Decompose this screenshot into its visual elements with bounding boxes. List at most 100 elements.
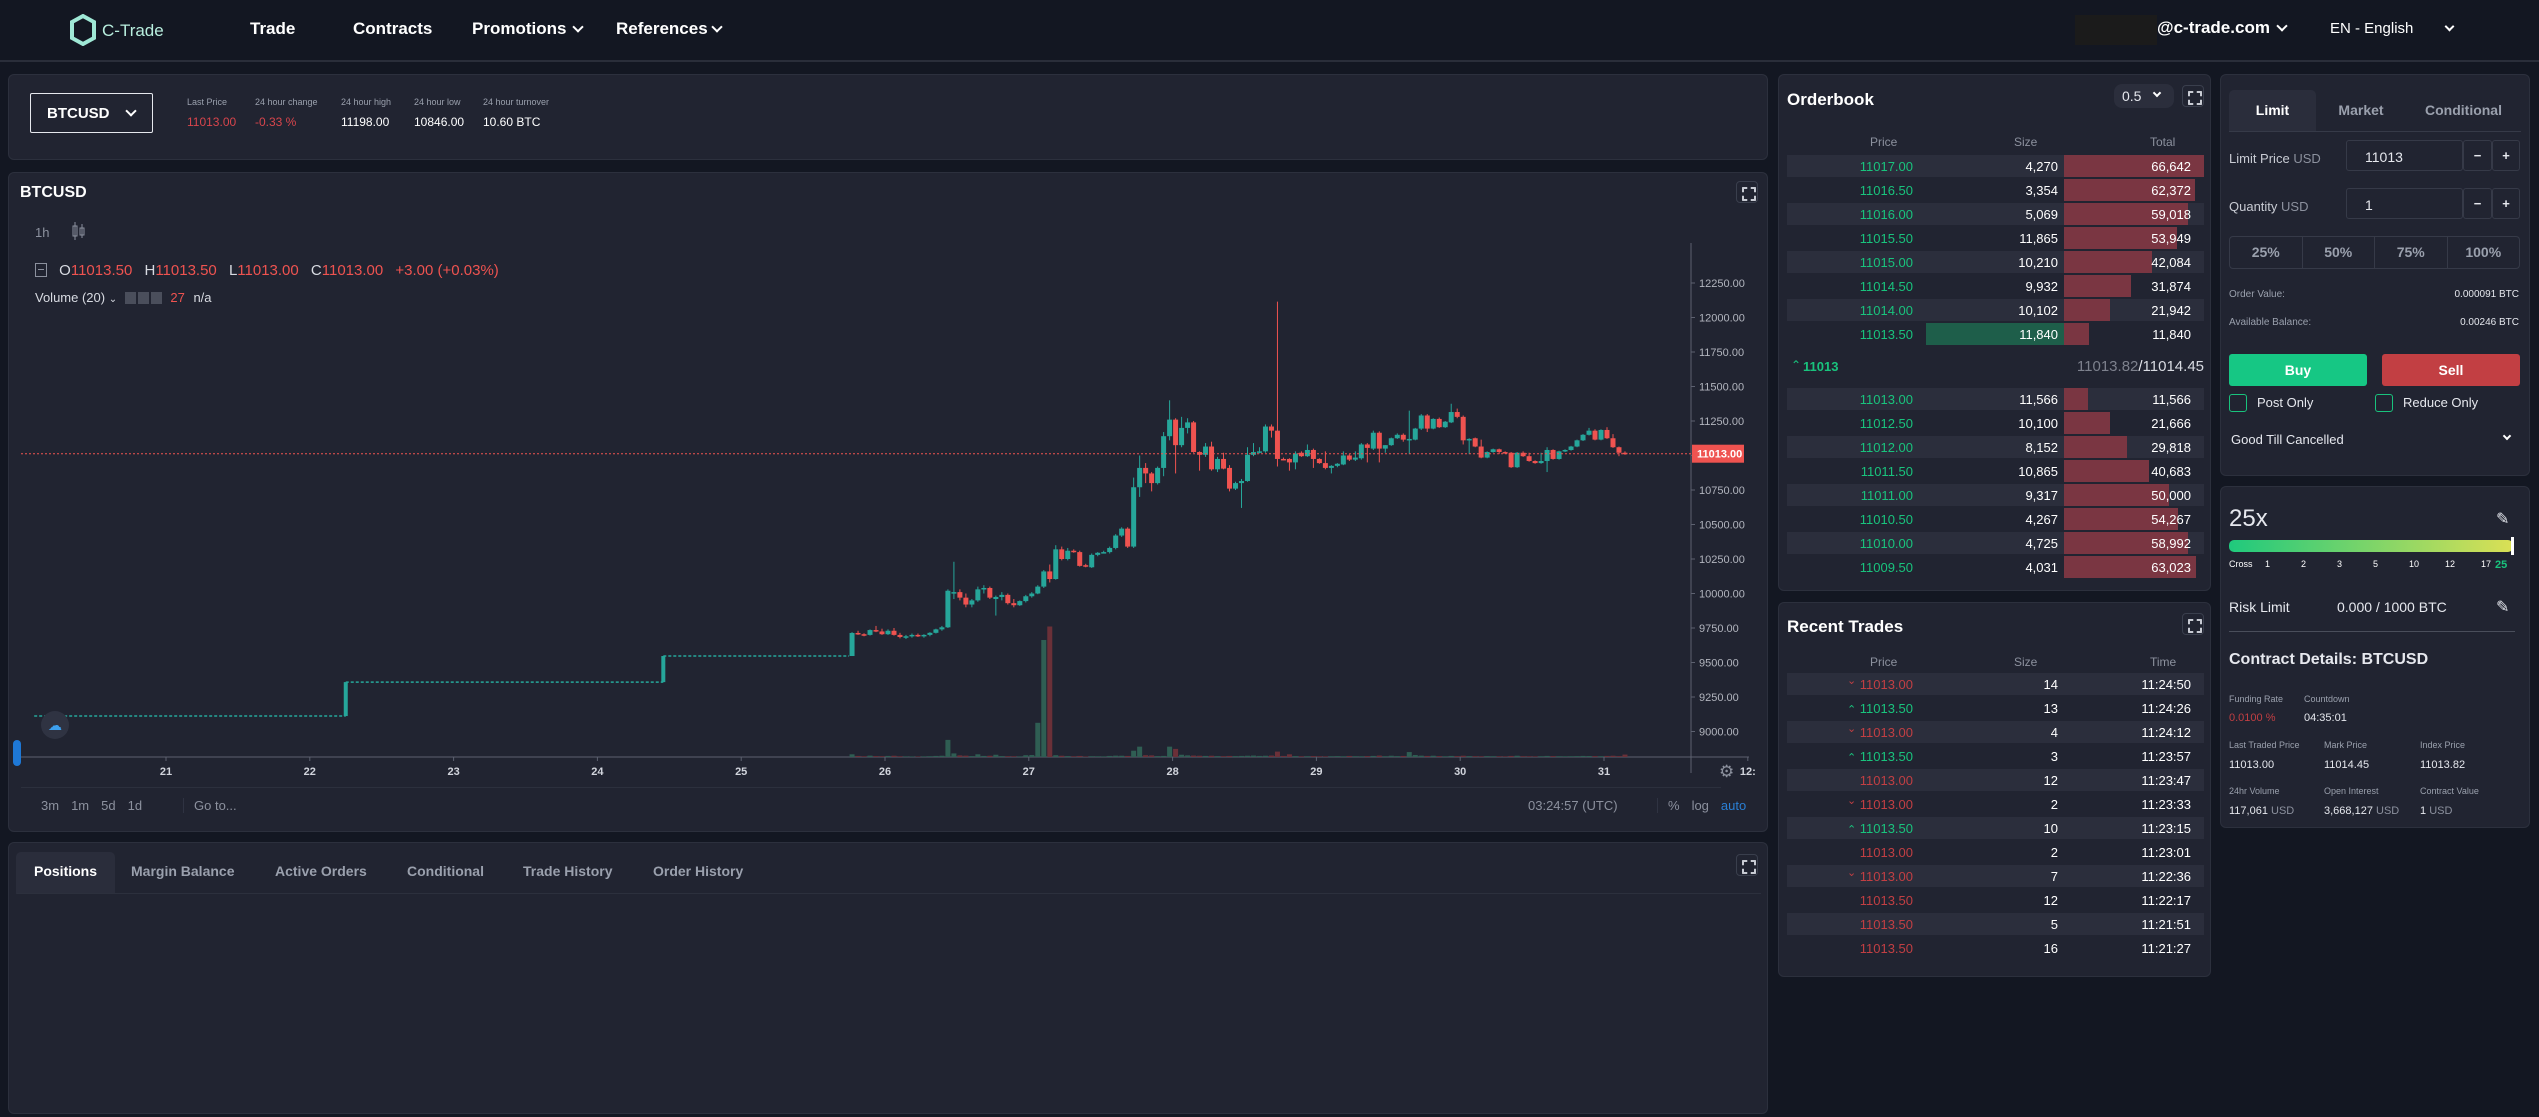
tab-positions[interactable]: Positions [16,852,116,894]
order-tab-limit[interactable]: Limit [2229,90,2316,131]
range-3m[interactable]: 3m [41,798,59,813]
quantity-decrement[interactable]: − [2463,188,2492,219]
leverage-tick[interactable]: 5 [2373,559,2378,569]
percent-100[interactable]: 100% [2446,237,2520,268]
settings-gear-icon[interactable]: ⚙ [1719,762,1734,782]
price-step-select[interactable]: 0.5 [2114,84,2174,108]
tab-conditional[interactable]: Conditional [407,852,502,894]
limit-price-decrement[interactable]: − [2463,140,2492,171]
orderbook-row[interactable]: 11016.00 5,069 59,018 [1787,203,2204,225]
volume-bar [1113,755,1119,757]
fullscreen-icon[interactable] [2182,85,2204,107]
orderbook-row[interactable]: 11014.50 9,932 31,874 [1787,275,2204,297]
percent-25[interactable]: 25% [2230,237,2302,268]
scale-percent[interactable]: % [1668,798,1680,813]
logo-hexagon-icon [70,14,96,46]
range-1d[interactable]: 1d [128,798,142,813]
volume-bar [1304,756,1310,757]
tabs-divider [2229,131,2521,132]
fullscreen-icon[interactable] [2182,613,2204,635]
price: 11009.50 [1859,560,1913,575]
total: 29,818 [2151,440,2191,455]
limit-price-increment[interactable]: + [2492,140,2520,171]
nav-trade[interactable]: Trade [250,19,295,39]
chevron-down-icon[interactable] [2276,20,2288,32]
orderbook-row[interactable]: 11009.50 4,031 63,023 [1787,556,2204,578]
range-1m[interactable]: 1m [71,798,89,813]
stat-value: 11198.00 [341,115,390,129]
post-only-label[interactable]: Post Only [2257,395,2313,410]
language-select[interactable]: EN - English [2330,20,2413,37]
orderbook-row[interactable]: 11017.00 4,270 66,642 [1787,155,2204,177]
volume-bar [1041,640,1047,757]
chevron-down-icon[interactable] [572,21,584,33]
orderbook-row[interactable]: 11015.00 10,210 42,084 [1787,251,2204,273]
leverage-slider[interactable] [2229,540,2513,552]
candle-body [975,589,981,601]
quantity-input[interactable]: 1 [2346,188,2463,219]
leverage-tick[interactable]: 1 [2265,559,2270,569]
leverage-tick[interactable]: 25 [2495,559,2507,571]
leverage-slider-handle[interactable] [2511,537,2514,555]
time-in-force-select[interactable]: Good Till Cancelled [2231,431,2521,451]
sell-button[interactable]: Sell [2382,354,2520,386]
leverage-tick[interactable]: 17 [2481,559,2491,569]
tab-trade-history[interactable]: Trade History [523,852,630,894]
orderbook-row[interactable]: 11012.50 10,100 21,666 [1787,412,2204,434]
orderbook-row[interactable]: 11016.50 3,354 62,372 [1787,179,2204,201]
timeline-toggle[interactable] [13,740,21,766]
percent-50[interactable]: 50% [2301,237,2375,268]
nav-promotions[interactable]: Promotions [472,19,566,39]
fullscreen-icon[interactable] [1736,854,1758,876]
leverage-tick[interactable]: 12 [2445,559,2455,569]
price: 11010.50 [1859,512,1913,527]
orderbook-row[interactable]: 11012.00 8,152 29,818 [1787,436,2204,458]
orderbook-row[interactable]: 11011.50 10,865 40,683 [1787,460,2204,482]
edit-risk-limit-icon[interactable]: ✎ [2496,597,2509,617]
orderbook-row[interactable]: 11014.00 10,102 21,942 [1787,299,2204,321]
reduce-only-label[interactable]: Reduce Only [2403,395,2478,410]
total: 11,840 [2152,327,2191,342]
candle-body [933,629,939,633]
nav-references[interactable]: References [616,19,708,39]
percent-75[interactable]: 75% [2374,237,2447,268]
tab-margin-balance[interactable]: Margin Balance [131,852,252,894]
orderbook-row[interactable]: 11011.00 9,317 50,000 [1787,484,2204,506]
leverage-tick[interactable]: 2 [2301,559,2306,569]
size: 2 [2050,845,2058,860]
size: 4,725 [2025,536,2058,551]
scale-auto[interactable]: auto [1721,798,1746,813]
cloud-icon[interactable]: ☁ [41,711,69,739]
nav-contracts[interactable]: Contracts [353,19,432,39]
buy-button[interactable]: Buy [2229,354,2367,386]
edit-leverage-icon[interactable]: ✎ [2496,509,2509,529]
leverage-tick[interactable]: 10 [2409,559,2419,569]
orderbook-row[interactable]: 11013.00 11,566 11,566 [1787,388,2204,410]
orderbook-row[interactable]: 11015.50 11,865 53,949 [1787,227,2204,249]
order-tab-conditional[interactable]: Conditional [2406,90,2521,131]
quantity-increment[interactable]: + [2492,188,2520,219]
logo[interactable]: C-Trade [70,14,220,48]
tab-active-orders[interactable]: Active Orders [275,852,385,894]
leverage-tick[interactable]: Cross [2229,559,2253,569]
limit-price-input[interactable]: 11013 [2346,140,2463,171]
reduce-only-checkbox[interactable] [2375,394,2393,412]
top-nav: C-Trade Trade Contracts Promotions Refer… [0,0,2539,62]
orderbook-row[interactable]: 11013.50 11,840 11,840 [1787,323,2204,345]
tab-order-history[interactable]: Order History [653,852,761,894]
symbol-select[interactable]: BTCUSD [30,93,153,133]
leverage-tick[interactable]: 3 [2337,559,2342,569]
scale-log[interactable]: log [1692,798,1709,813]
range-5d[interactable]: 5d [101,798,115,813]
candle-body [1424,415,1430,429]
orderbook-row[interactable]: 11010.00 4,725 58,992 [1787,532,2204,554]
volume-bar [1322,756,1328,757]
order-tab-market[interactable]: Market [2316,90,2406,131]
post-only-checkbox[interactable] [2229,394,2247,412]
orderbook-row[interactable]: 11010.50 4,267 54,267 [1787,508,2204,530]
chevron-down-icon[interactable] [2444,21,2455,32]
account-menu[interactable]: @c-trade.com [2157,18,2270,38]
goto-button[interactable]: Go to... [183,798,237,813]
price-chart[interactable]: 12250.00 12000.00 11750.00 11500.00 11250.00… [9,173,1767,793]
chevron-down-icon[interactable] [711,21,723,33]
